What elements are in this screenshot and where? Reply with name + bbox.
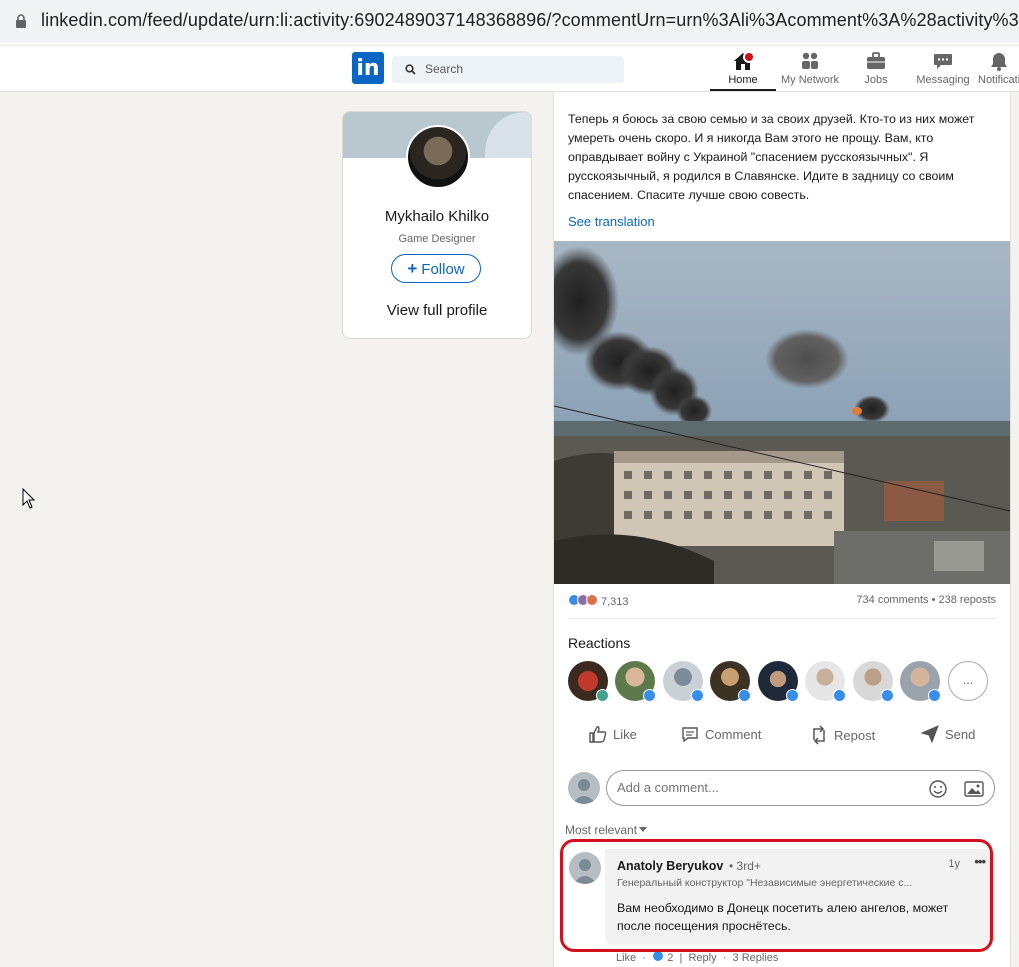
nav-jobs[interactable]: Jobs xyxy=(850,51,902,91)
url-text[interactable]: linkedin.com/feed/update/urn:li:activity… xyxy=(41,10,1019,31)
like-badge-icon xyxy=(643,689,656,702)
reactor-avatar[interactable] xyxy=(805,661,846,702)
separator: · xyxy=(722,952,727,964)
bell-icon xyxy=(990,53,1007,71)
profile-card: Mykhailo Khilko Game Designer + Follow Vi… xyxy=(342,111,532,339)
love-reaction-icon xyxy=(586,594,598,606)
nav-my-network[interactable]: My Network xyxy=(778,51,842,91)
send-icon xyxy=(920,725,939,744)
repost-button[interactable]: Repost xyxy=(809,724,875,746)
comment-like-button[interactable]: Like xyxy=(616,952,636,964)
search-placeholder: Search xyxy=(425,62,464,76)
nav-my-network-label: My Network xyxy=(780,74,840,86)
profile-name[interactable]: Mykhailo Khilko xyxy=(343,208,531,225)
view-full-profile-link[interactable]: View full profile xyxy=(343,302,531,319)
thumbs-up-icon xyxy=(589,726,607,743)
briefcase-icon xyxy=(867,52,885,69)
send-label: Send xyxy=(945,726,976,742)
reactions-heading: Reactions xyxy=(568,635,631,651)
reactor-avatar[interactable] xyxy=(900,661,941,702)
highlight-annotation xyxy=(560,839,993,952)
separator: | xyxy=(679,952,683,964)
follow-button[interactable]: + Follow xyxy=(391,254,481,283)
chat-icon xyxy=(934,54,952,69)
like-label: Like xyxy=(613,726,637,742)
comment-button[interactable]: Comment xyxy=(680,724,761,744)
profile-title: Game Designer xyxy=(398,233,476,245)
post-actions: Like Comment Repost Send xyxy=(568,720,996,752)
reaction-count[interactable]: 7,313 xyxy=(568,594,629,608)
post-text: Теперь я боюсь за свою семью и за своих … xyxy=(568,112,975,202)
nav-home[interactable]: Home xyxy=(710,51,776,91)
like-badge-icon xyxy=(881,689,894,702)
reactor-avatar[interactable] xyxy=(710,661,751,702)
comments-reposts-count[interactable]: 734 comments • 238 reposts xyxy=(856,594,996,606)
reactor-avatar[interactable] xyxy=(758,661,799,702)
reactor-avatar[interactable] xyxy=(568,661,609,702)
like-badge-icon xyxy=(738,689,751,702)
mouse-cursor-icon xyxy=(22,488,36,509)
profile-avatar[interactable] xyxy=(406,125,470,189)
comment-like-count[interactable]: 2 xyxy=(667,952,673,964)
address-bar[interactable]: linkedin.com/feed/update/urn:li:activity… xyxy=(0,0,1019,44)
repost-label: Repost xyxy=(834,727,876,743)
nav-home-label: Home xyxy=(728,74,758,86)
reactor-avatar[interactable] xyxy=(853,661,894,702)
caret-down-icon xyxy=(639,827,648,832)
send-button[interactable]: Send xyxy=(920,724,975,744)
reaction-badge-icon xyxy=(596,689,609,702)
lock-icon xyxy=(16,14,26,28)
current-user-avatar[interactable] xyxy=(568,772,600,804)
nav-jobs-label: Jobs xyxy=(864,74,888,86)
divider xyxy=(568,618,996,619)
sort-label: Most relevant xyxy=(565,823,638,837)
nav-messaging[interactable]: Messaging xyxy=(912,51,974,91)
plus-icon: + xyxy=(407,259,418,278)
like-badge-icon xyxy=(833,689,846,702)
comment-reply-button[interactable]: Reply xyxy=(688,952,716,964)
notification-badge xyxy=(743,51,755,63)
like-badge-icon xyxy=(691,689,704,702)
comment-icon xyxy=(682,727,698,743)
nav-notifications-label: Notifications xyxy=(978,74,1019,86)
follow-label: Follow xyxy=(421,261,465,278)
nav-messaging-label: Messaging xyxy=(916,74,970,86)
like-button[interactable]: Like xyxy=(588,724,637,744)
nav-notifications[interactable]: Notifications xyxy=(978,51,1019,91)
more-reactions-button[interactable]: ... xyxy=(948,661,988,701)
comment-actions: Like · 2 | Reply · 3 Replies xyxy=(616,950,778,964)
post-photo xyxy=(554,241,1010,584)
top-navbar: in Search Home My Network Jobs Messaging… xyxy=(0,47,1019,92)
reactor-avatar[interactable] xyxy=(615,661,656,702)
search-icon xyxy=(405,64,416,75)
sort-comments-dropdown[interactable]: Most relevant xyxy=(565,823,648,837)
search-bar[interactable]: Search xyxy=(392,56,624,83)
reaction-count-text: 7,313 xyxy=(601,596,629,608)
comment-input[interactable] xyxy=(606,770,995,806)
comment-label: Comment xyxy=(705,726,762,742)
feed-post: Теперь я боюсь за свою семью и за своих … xyxy=(553,92,1011,967)
like-badge-icon xyxy=(928,689,941,702)
like-badge-icon xyxy=(786,689,799,702)
network-icon xyxy=(802,52,818,69)
emoji-icon[interactable] xyxy=(928,779,948,799)
comment-field[interactable] xyxy=(615,779,909,796)
linkedin-logo[interactable]: in xyxy=(352,52,384,84)
reactor-avatar[interactable] xyxy=(663,661,704,702)
separator: · xyxy=(642,952,646,964)
post-image[interactable] xyxy=(554,241,1010,584)
user-silhouette-icon xyxy=(572,779,596,804)
image-icon[interactable] xyxy=(964,780,984,798)
see-translation-link[interactable]: See translation xyxy=(568,214,655,229)
comment-replies-link[interactable]: 3 Replies xyxy=(733,952,779,964)
repost-icon xyxy=(813,725,825,745)
